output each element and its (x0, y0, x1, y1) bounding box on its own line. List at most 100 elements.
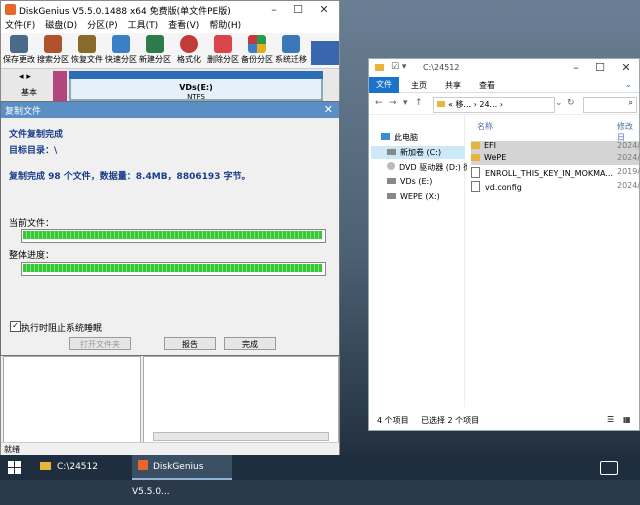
list-item[interactable]: ENROLL_THIS_KEY_IN_MOKMA... 2019/ (471, 167, 640, 179)
taskbar-diskgenius[interactable]: DiskGenius V5.5.0... (132, 455, 232, 497)
prevent-sleep-checkbox[interactable]: ✓ (10, 321, 21, 332)
open-folder-button[interactable]: 打开文件夹 (69, 337, 131, 350)
nav-drive-c[interactable]: 新加卷 (C:) (387, 147, 441, 158)
tab-home[interactable]: 主页 (411, 80, 427, 91)
details-view-icon[interactable]: ☰ (607, 415, 614, 424)
dialog-titlebar[interactable]: 复制文件 ✕ (1, 102, 339, 118)
menu-view[interactable]: 查看(V) (168, 19, 199, 33)
explorer-close-button[interactable]: ✕ (615, 60, 637, 76)
toolbar: 保存更改 搜索分区 恢复文件 快速分区 新建分区 格式化 删除分区 备份分区 系… (1, 33, 339, 69)
address-dropdown-icon[interactable]: ⌄ (555, 98, 563, 108)
explorer-maximize-button[interactable]: ☐ (589, 60, 611, 76)
nav-drive-x[interactable]: WEPE (X:) (387, 192, 440, 201)
partition-usage-bar (69, 71, 323, 79)
lifebuoy-icon (180, 35, 198, 53)
explorer-window: ☑ ▾ C:\24512 – ☐ ✕ 文件 主页 共享 查看 ⌄ ← → ▾ ↑… (368, 58, 640, 431)
address-bar[interactable]: « 移... › 24... › (433, 97, 555, 113)
forward-icon[interactable]: → (389, 98, 397, 108)
partition-name: VDs(E:) (179, 83, 213, 92)
menu-disk[interactable]: 磁盘(D) (45, 19, 77, 33)
disk-type-label: 基本 (21, 88, 37, 97)
menu-help[interactable]: 帮助(H) (209, 19, 241, 33)
data-logo (311, 41, 339, 65)
column-name[interactable]: 名称 (477, 121, 493, 132)
minimize-button[interactable]: – (263, 2, 285, 18)
save-changes-button[interactable]: 保存更改 (2, 35, 36, 65)
list-item[interactable]: WePE 2024/ (471, 153, 640, 165)
horizontal-scrollbar[interactable] (153, 432, 329, 441)
nav-arrows[interactable]: ◂ ▸ (19, 72, 31, 82)
tiles-view-icon[interactable]: ▦ (623, 415, 631, 424)
taskbar-explorer[interactable]: C:\24512 (36, 455, 126, 480)
new-partition-button[interactable]: 新建分区 (138, 35, 172, 65)
nav-this-pc[interactable]: 此电脑 (381, 132, 418, 143)
menu-file[interactable]: 文件(F) (5, 19, 35, 33)
menu-partition[interactable]: 分区(P) (87, 19, 117, 33)
status-text: 就绪 (4, 445, 20, 454)
file-icon (471, 181, 480, 192)
quick-partition-button[interactable]: 快速分区 (104, 35, 138, 65)
diskgenius-app-icon (5, 4, 16, 15)
search-icon (44, 35, 62, 53)
format-button[interactable]: 格式化 (172, 35, 206, 65)
explorer-title: C:\24512 (423, 63, 460, 72)
finish-button[interactable]: 完成 (224, 337, 276, 350)
item-count: 4 个项目 (377, 416, 409, 425)
system-migration-button[interactable]: 系统迁移 (274, 35, 308, 65)
target-directory: 目标目录：\ (9, 146, 58, 156)
start-button[interactable] (8, 461, 22, 475)
ribbon-expand-icon[interactable]: ⌄ (625, 80, 632, 89)
backup-icon (248, 35, 266, 53)
list-item[interactable]: EFI 2024/ (471, 141, 640, 153)
address-path: « 移... › 24... › (448, 100, 503, 109)
current-file-progress-fill (23, 231, 322, 239)
address-folder-icon (437, 101, 445, 107)
new-partition-icon (146, 35, 164, 53)
computer-icon (381, 133, 390, 140)
diskgenius-titlebar[interactable]: DiskGenius V5.5.0.1488 x64 免费版(单文件PE版) –… (1, 1, 339, 19)
drive-icon (387, 178, 396, 184)
folder-icon (471, 142, 480, 149)
list-item[interactable]: vd.config 2024/ (471, 181, 640, 193)
search-partition-button[interactable]: 搜索分区 (36, 35, 70, 65)
dialog-close-icon[interactable]: ✕ (324, 103, 333, 116)
partition-tree-panel[interactable] (3, 356, 141, 446)
search-input[interactable]: ⌕ (583, 97, 637, 113)
backup-partition-button[interactable]: 备份分区 (240, 35, 274, 65)
report-button[interactable]: 报告 (164, 337, 216, 350)
explorer-minimize-button[interactable]: – (565, 60, 587, 76)
recover-files-button[interactable]: 恢复文件 (70, 35, 104, 65)
notification-icon[interactable] (600, 461, 618, 475)
overall-progress-label: 整体进度： (9, 251, 55, 261)
quick-partition-icon (112, 35, 130, 53)
monitor-icon (282, 35, 300, 53)
nav-drive-e[interactable]: VDs (E:) (387, 177, 432, 186)
maximize-button[interactable]: ☐ (287, 2, 309, 18)
copy-summary: 复制完成 98 个文件，数据量：8.4MB，8806193 字节。 (9, 172, 251, 182)
overall-progress (21, 262, 326, 276)
recent-dropdown-icon[interactable]: ▾ (403, 98, 408, 108)
back-icon[interactable]: ← (375, 98, 383, 108)
nav-drive-d[interactable]: DVD 驱动器 (D:) 微 (387, 162, 471, 173)
address-bar-row: ← → ▾ ↑ « 移... › 24... › ⌄ ↻ ⌕ (369, 93, 639, 115)
delete-partition-button[interactable]: 删除分区 (206, 35, 240, 65)
save-icon (10, 35, 28, 53)
tab-view[interactable]: 查看 (479, 80, 495, 91)
tab-share[interactable]: 共享 (445, 80, 461, 91)
quick-access-toolbar[interactable]: ☑ ▾ (391, 62, 406, 72)
close-button[interactable]: ✕ (313, 2, 335, 18)
menu-tools[interactable]: 工具(T) (128, 19, 159, 33)
status-bar: 就绪 (1, 442, 339, 456)
dialog-heading: 文件复制完成 (9, 130, 64, 140)
recover-icon (78, 35, 96, 53)
dvd-icon (387, 162, 395, 170)
drive-icon (387, 149, 396, 155)
up-icon[interactable]: ↑ (415, 98, 423, 108)
folder-icon (375, 64, 384, 71)
partition-strip[interactable] (53, 71, 67, 101)
column-date[interactable]: 修改日 (617, 121, 639, 143)
navigation-pane: 此电脑 新加卷 (C:) DVD 驱动器 (D:) 微 VDs (E:) WEP… (369, 115, 471, 407)
refresh-icon[interactable]: ↻ (567, 98, 575, 108)
tab-file[interactable]: 文件 (369, 77, 399, 93)
explorer-titlebar[interactable]: ☑ ▾ C:\24512 – ☐ ✕ (369, 59, 639, 77)
